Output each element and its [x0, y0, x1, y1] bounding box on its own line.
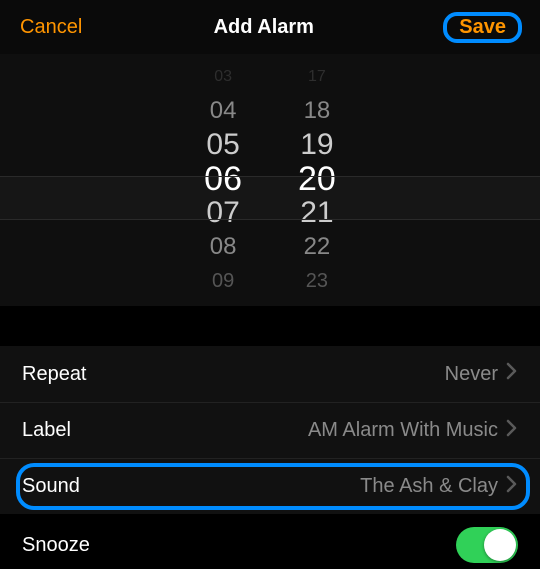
label-label: Label — [22, 419, 71, 442]
settings-list: Repeat Never Label AM Alarm With Music S… — [0, 346, 540, 569]
minute-column[interactable]: 17 18 19 20 21 22 23 — [298, 60, 336, 306]
hour-option[interactable]: 05 — [206, 128, 239, 162]
minute-option[interactable]: 19 — [300, 128, 333, 162]
hour-selected[interactable]: 06 — [204, 162, 242, 196]
spacer — [0, 306, 540, 346]
minute-selected[interactable]: 20 — [298, 162, 336, 196]
time-picker[interactable]: 03 04 05 06 07 08 09 17 18 19 20 21 22 2… — [0, 54, 540, 306]
sound-row[interactable]: Sound The Ash & Clay — [0, 458, 540, 514]
snooze-toggle[interactable] — [456, 527, 518, 563]
label-value: AM Alarm With Music — [308, 419, 498, 442]
hour-option[interactable]: 09 — [212, 264, 234, 298]
hour-option[interactable]: 03 — [214, 60, 232, 94]
cancel-button[interactable]: Cancel — [20, 16, 82, 39]
minute-option[interactable]: 18 — [304, 94, 331, 128]
minute-option[interactable]: 21 — [300, 196, 333, 230]
minute-option[interactable]: 22 — [304, 230, 331, 264]
repeat-row[interactable]: Repeat Never — [0, 346, 540, 402]
chevron-right-icon — [506, 419, 518, 443]
nav-bar: Cancel Add Alarm Save — [0, 0, 540, 54]
hour-option[interactable]: 08 — [210, 230, 237, 264]
page-title: Add Alarm — [214, 16, 314, 39]
snooze-row: Snooze — [0, 514, 540, 569]
snooze-label: Snooze — [22, 534, 90, 557]
repeat-label: Repeat — [22, 363, 87, 386]
toggle-knob — [484, 529, 516, 561]
chevron-right-icon — [506, 475, 518, 499]
save-button[interactable]: Save — [445, 12, 520, 42]
chevron-right-icon — [506, 362, 518, 386]
hour-option[interactable]: 07 — [206, 196, 239, 230]
minute-option[interactable]: 17 — [308, 60, 326, 94]
hour-option[interactable]: 04 — [210, 94, 237, 128]
save-button-wrap: Save — [445, 16, 520, 39]
sound-label: Sound — [22, 475, 80, 498]
repeat-value: Never — [445, 363, 498, 386]
hour-column[interactable]: 03 04 05 06 07 08 09 — [204, 60, 242, 306]
label-row[interactable]: Label AM Alarm With Music — [0, 402, 540, 458]
sound-value: The Ash & Clay — [360, 475, 498, 498]
minute-option[interactable]: 23 — [306, 264, 328, 298]
